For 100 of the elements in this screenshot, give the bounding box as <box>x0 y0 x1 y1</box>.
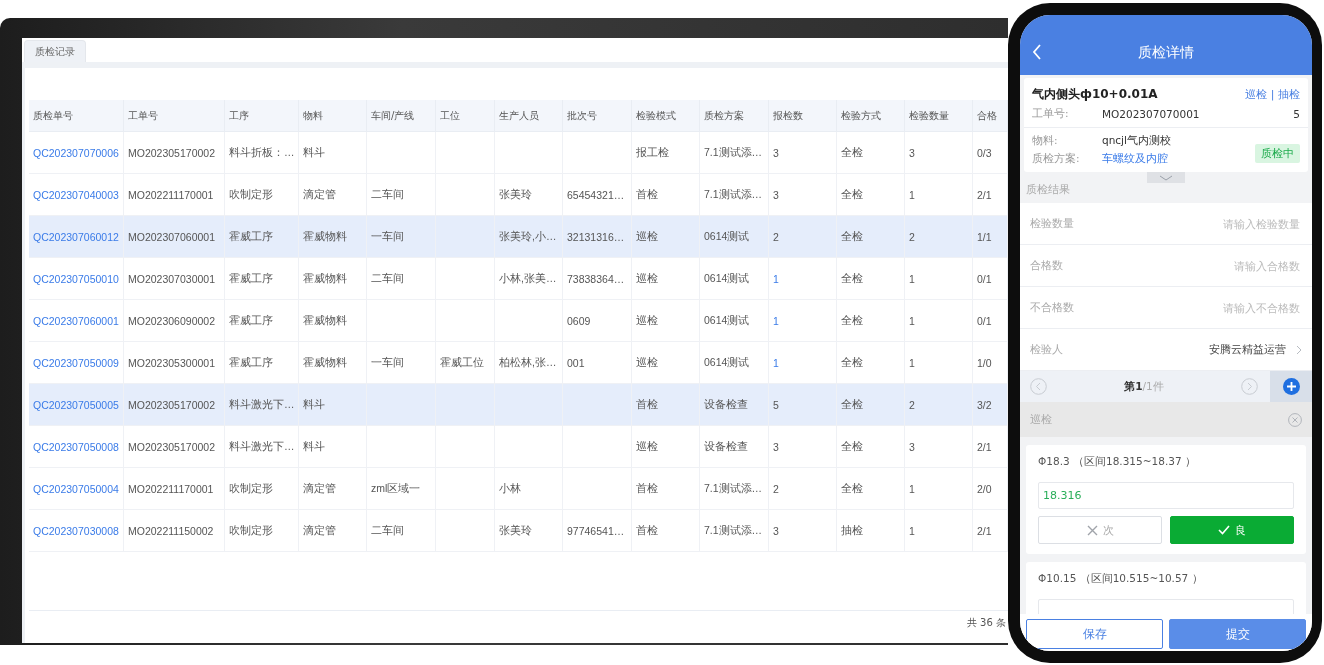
cell-text: 2/0 <box>977 482 992 495</box>
record-link[interactable]: QC202307050008 <box>33 440 119 453</box>
record-link[interactable]: QC202307060012 <box>33 230 119 243</box>
cell-text: 7.1测试添… <box>704 187 763 202</box>
expand-toggle[interactable] <box>1147 172 1185 183</box>
cell-text: zml区域一 <box>371 481 421 496</box>
cell-text: 巡检 <box>636 313 658 328</box>
save-button[interactable]: 保存 <box>1026 619 1163 649</box>
page-tab[interactable]: 质检记录 <box>24 40 86 62</box>
table-row[interactable]: QC202307040003 MO202211170001 吹制定形 滴定管 二车间 张美玲 65454321… 首检 7.1测试添… 3 全检 1 2/1 <box>29 174 1008 216</box>
cell-text: 全检 <box>841 355 863 370</box>
cell-text: 1 <box>909 272 915 285</box>
table-row[interactable]: QC202307070006 MO202305170002 料斗折板：… 料斗 报工检 7.1测试添… 3 全检 3 0/3 <box>29 132 1008 174</box>
cell-text: 张美玲,小… <box>499 229 557 244</box>
record-link[interactable]: QC202307070006 <box>33 146 119 159</box>
cell-text: MO202305170002 <box>128 146 215 159</box>
column-header: 检验方式 <box>837 100 905 132</box>
input-field[interactable]: 请输入合格数 <box>1110 258 1302 273</box>
column-header: 合格 <box>973 100 1008 132</box>
count-link[interactable]: 1 <box>773 356 779 369</box>
verdict-button[interactable]: 次 <box>1038 516 1162 544</box>
cell-text: 吹制定形 <box>229 481 273 496</box>
spec-label: Φ18.3 （区间18.315~18.37 ） <box>1038 455 1197 469</box>
cell-text: 3 <box>773 524 779 537</box>
cell-text: 3/2 <box>977 398 992 411</box>
record-link[interactable]: QC202307050009 <box>33 356 119 369</box>
input-field[interactable]: 请输入不合格数 <box>1110 300 1302 315</box>
record-link[interactable]: QC202307050004 <box>33 482 119 495</box>
table-row[interactable]: QC202307050009 MO202305300001 霍威工序 霍威物料 一车间 霍威工位 柏松林,张… 001 巡检 0614测试 1 全检 1 1/0 <box>29 342 1008 384</box>
cell-text: 7.1测试添… <box>704 145 763 160</box>
status-badge: 质检中 <box>1255 144 1300 163</box>
cell-text: 全检 <box>841 439 863 454</box>
selected-value[interactable]: 安腾云精益运营 <box>1209 342 1286 357</box>
cell-text: 001 <box>567 356 585 369</box>
record-link[interactable]: QC202307050010 <box>33 272 119 285</box>
back-icon[interactable] <box>1032 44 1042 60</box>
cell-text: 1 <box>909 314 915 327</box>
spec-label: Φ10.15 （区间10.515~10.57 ） <box>1038 572 1204 586</box>
chevron-right-icon[interactable] <box>1296 344 1302 355</box>
cell-text: 2 <box>773 230 779 243</box>
cell-text: 7.1测试添… <box>704 481 763 496</box>
record-link[interactable]: QC202307060001 <box>33 314 119 327</box>
table-row[interactable]: QC202307060012 MO202307060001 霍威工序 霍威物料 一车间 张美玲,小… 32131316… 巡检 0614测试 2 全检 2 1/1 <box>29 216 1008 258</box>
cell-text: 全检 <box>841 397 863 412</box>
cell-text: 全检 <box>841 229 863 244</box>
input-field[interactable]: 请输入检验数量 <box>1110 216 1302 231</box>
add-button[interactable] <box>1270 371 1312 402</box>
cell-text: 2 <box>909 398 915 411</box>
section-heading: 质检结果 <box>1025 183 1071 197</box>
table-row[interactable]: QC202307050004 MO202211170001 吹制定形 滴定管 zml区域一 小林 首检 7.1测试添… 2 全检 1 2/0 <box>29 468 1008 510</box>
table-row[interactable]: QC202307050010 MO202307030001 霍威工序 霍威物料 二车间 小林,张美… 73838364… 巡检 0614测试 1 全检 1 0/1 <box>29 258 1008 300</box>
cell-text: 全检 <box>841 187 863 202</box>
record-link[interactable]: QC202307040003 <box>33 188 119 201</box>
table-row[interactable]: QC202307050005 MO202305170002 料斗激光下… 料斗 首检 设备检查 5 全检 2 3/2 <box>29 384 1008 426</box>
close-icon[interactable] <box>1288 412 1302 427</box>
cell-text: MO202307030001 <box>128 272 215 285</box>
field-label: 合格数 <box>1030 258 1064 273</box>
order-count: 5 <box>1293 108 1300 120</box>
plan-link[interactable]: 车螺纹及内腔 <box>1102 152 1168 166</box>
column-header: 车间/产线 <box>367 100 436 132</box>
next-icon[interactable] <box>1241 378 1258 395</box>
cell-text: 3 <box>909 146 915 159</box>
cell-text: 霍威物料 <box>303 355 347 370</box>
table-row[interactable]: QC202307050008 MO202305170002 料斗激光下… 料斗 巡检 设备检查 3 全检 3 2/1 <box>29 426 1008 468</box>
cell-text: 吹制定形 <box>229 523 273 538</box>
cell-text: 1 <box>909 356 915 369</box>
count-link[interactable]: 1 <box>773 314 779 327</box>
column-header: 工位 <box>436 100 495 132</box>
record-link[interactable]: QC202307030008 <box>33 524 119 537</box>
count-link[interactable]: 1 <box>773 272 779 285</box>
verdict-button[interactable]: 良 <box>1170 516 1294 544</box>
cell-text: 料斗 <box>303 397 325 412</box>
field-label: 工单号: <box>1032 107 1070 121</box>
plus-icon <box>1282 378 1300 395</box>
table-row[interactable]: QC202307060001 MO202306090002 霍威工序 霍威物料 0609 巡检 0614测试 1 全检 1 0/1 <box>29 300 1008 342</box>
cell-text: 小林 <box>499 481 521 496</box>
submit-button[interactable]: 提交 <box>1169 619 1306 649</box>
cell-text: 抽检 <box>841 523 863 538</box>
record-link[interactable]: QC202307050005 <box>33 398 119 411</box>
column-header: 物料 <box>299 100 367 132</box>
measurement-field[interactable]: 18.316 <box>1038 482 1294 509</box>
cell-text: 2/1 <box>977 440 992 453</box>
field-value: qncjl气内测校 <box>1102 134 1171 148</box>
cell-text: 张美玲 <box>499 523 532 538</box>
cell-text: 0614测试 <box>704 229 750 244</box>
cell-text: 滴定管 <box>303 523 336 538</box>
cell-text: MO202305170002 <box>128 398 215 411</box>
cell-text: 巡检 <box>636 229 658 244</box>
check-icon <box>1218 525 1230 535</box>
cell-text: 全检 <box>841 481 863 496</box>
cell-text: 滴定管 <box>303 481 336 496</box>
total-count: 共 36 条 <box>966 616 1006 630</box>
previous-icon[interactable] <box>1030 378 1047 395</box>
column-header: 报检数 <box>769 100 837 132</box>
cell-text: 二车间 <box>371 271 404 286</box>
cell-text: 0614测试 <box>704 355 750 370</box>
table-row[interactable]: QC202307030008 MO202211150002 吹制定形 滴定管 二车间 张美玲 97746541… 首检 7.1测试添… 3 抽检 1 2/1 <box>29 510 1008 552</box>
cell-text: 7.1测试添… <box>704 523 763 538</box>
chevron-down-icon[interactable] <box>1159 174 1173 181</box>
cell-text: 3 <box>773 188 779 201</box>
